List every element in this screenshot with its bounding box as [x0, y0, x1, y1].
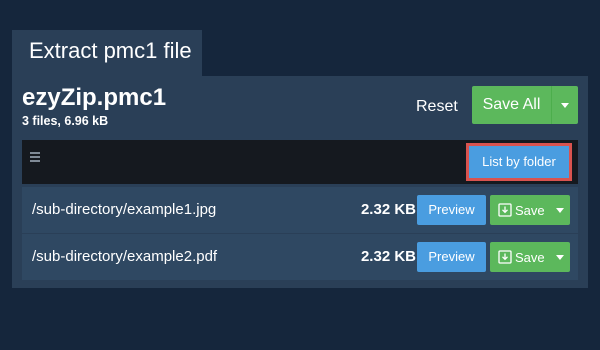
file-row: /sub-directory/example2.pdf 2.32 KB Prev… — [22, 234, 578, 280]
archive-panel: ezyZip.pmc1 3 files, 6.96 kB Reset Save … — [12, 76, 588, 288]
caret-down-icon — [556, 207, 564, 213]
file-row: /sub-directory/example1.jpg 2.32 KB Prev… — [22, 187, 578, 233]
preview-button[interactable]: Preview — [417, 242, 486, 272]
file-path: /sub-directory/example1.jpg — [32, 201, 217, 218]
save-all-dropdown-toggle[interactable] — [551, 86, 578, 124]
archive-name: ezyZip.pmc1 — [22, 84, 167, 111]
list-by-folder-button[interactable]: List by folder — [469, 146, 569, 178]
caret-down-icon — [561, 102, 569, 108]
save-all-button[interactable]: Save All — [472, 86, 551, 124]
save-button-group: Save — [490, 242, 570, 272]
hamburger-icon[interactable] — [30, 152, 40, 162]
file-size: 2.32 KB — [360, 201, 416, 218]
reset-button[interactable]: Reset — [410, 90, 464, 124]
save-label: Save — [515, 202, 545, 218]
save-button[interactable]: Save — [490, 242, 550, 272]
file-size: 2.32 KB — [360, 248, 416, 265]
save-all-button-group: Save All — [472, 86, 578, 124]
save-label: Save — [515, 249, 545, 265]
download-icon — [498, 203, 512, 217]
save-button-group: Save — [490, 195, 570, 225]
save-dropdown-toggle[interactable] — [550, 195, 570, 225]
archive-meta: 3 files, 6.96 kB — [22, 114, 109, 128]
preview-button[interactable]: Preview — [417, 195, 486, 225]
tab-extract[interactable]: Extract pmc1 file — [12, 30, 202, 76]
save-button[interactable]: Save — [490, 195, 550, 225]
save-dropdown-toggle[interactable] — [550, 242, 570, 272]
file-toolbar: List by folder — [22, 140, 578, 184]
file-path: /sub-directory/example2.pdf — [32, 248, 218, 265]
list-by-folder-highlight: List by folder — [466, 143, 572, 181]
tab-title: Extract pmc1 file — [29, 38, 192, 63]
download-icon — [498, 250, 512, 264]
caret-down-icon — [556, 254, 564, 260]
